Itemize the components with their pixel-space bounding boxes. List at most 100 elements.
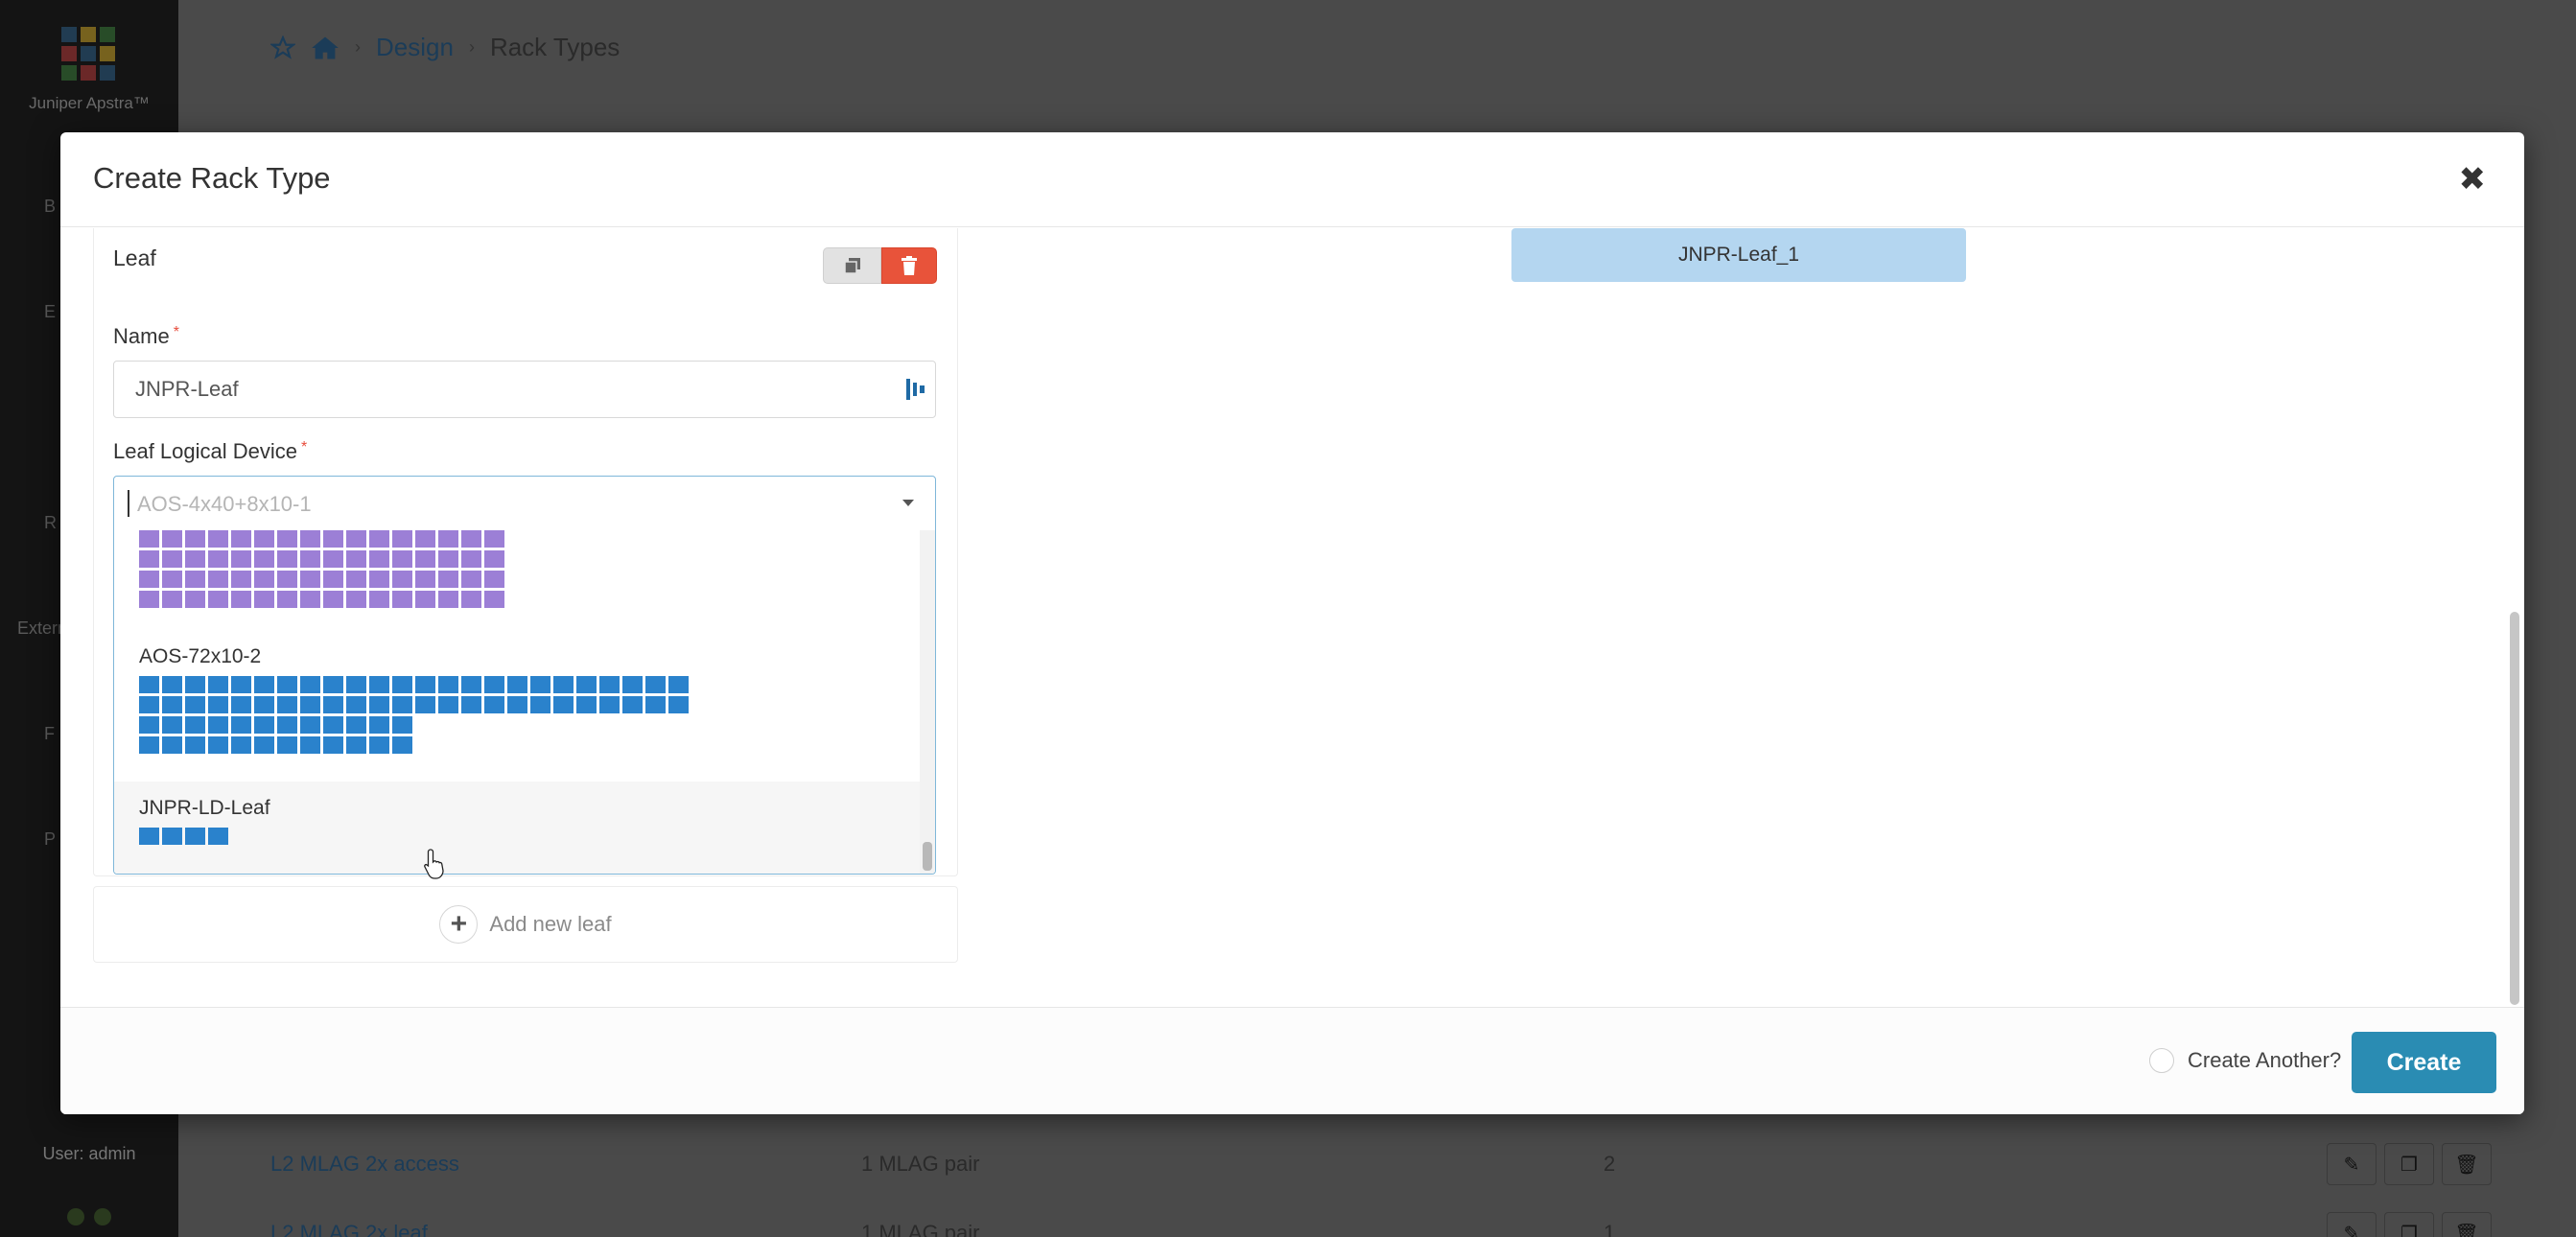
sidebar-item-resources[interactable]: R (44, 513, 57, 533)
port-cell (392, 550, 412, 568)
port-cell (300, 591, 320, 608)
edit-icon[interactable]: ✎ (2327, 1212, 2377, 1237)
port-cell (576, 736, 597, 754)
count-cell: 2 (1604, 1152, 1616, 1176)
port-cell (461, 736, 481, 754)
port-cell (599, 676, 620, 693)
sidebar-item-e[interactable]: E (44, 302, 56, 322)
clone-icon[interactable]: ❐ (2384, 1143, 2434, 1185)
add-new-leaf-button[interactable]: + Add new leaf (93, 886, 958, 963)
port-cell (553, 676, 574, 693)
sidebar-item-p[interactable]: P (44, 829, 56, 850)
create-another-checkbox[interactable] (2149, 1048, 2174, 1073)
port-cell (231, 571, 251, 588)
star-icon[interactable] (270, 35, 295, 60)
port-cell (645, 676, 666, 693)
status-indicators (67, 1208, 111, 1225)
port-cell (254, 591, 274, 608)
port-cell (185, 530, 205, 548)
leaf-name-input[interactable] (113, 361, 936, 418)
port-cell (461, 591, 481, 608)
port-cell (277, 696, 297, 713)
port-cell (254, 696, 274, 713)
port-cell (668, 716, 689, 734)
create-another-toggle[interactable]: Create Another? (2149, 1048, 2341, 1073)
close-icon[interactable]: ✖ (2459, 163, 2487, 196)
create-another-label: Create Another? (2188, 1048, 2342, 1072)
name-generator-icon[interactable] (905, 377, 926, 402)
port-cell (300, 716, 320, 734)
trash-icon[interactable]: 🗑 (2442, 1212, 2492, 1237)
device-search-input[interactable]: AOS-4x40+8x10-1 (114, 477, 935, 530)
options-scrollbar-thumb[interactable] (923, 842, 932, 871)
port-cell (231, 676, 251, 693)
delete-leaf-button[interactable] (881, 247, 937, 284)
port-cell (645, 716, 666, 734)
edit-icon[interactable]: ✎ (2327, 1143, 2377, 1185)
rack-preview-leaf[interactable]: JNPR-Leaf_1 (1511, 228, 1966, 282)
port-cell (392, 571, 412, 588)
rack-type-name-link[interactable]: L2 MLAG 2x leaf (270, 1221, 428, 1237)
port-cell (277, 571, 297, 588)
text-caret (128, 490, 129, 517)
create-button[interactable]: Create (2352, 1032, 2496, 1093)
options-scrollbar[interactable] (920, 530, 935, 874)
port-cell (622, 716, 643, 734)
port-cell (185, 716, 205, 734)
port-cell (392, 696, 412, 713)
port-cell (162, 591, 182, 608)
clone-leaf-button[interactable] (823, 247, 881, 284)
required-mark: * (301, 439, 308, 455)
device-option[interactable] (114, 530, 922, 617)
current-user[interactable]: User: admin (0, 1144, 178, 1164)
port-cell (530, 736, 550, 754)
port-cell (346, 571, 366, 588)
port-cell (208, 550, 228, 568)
clone-icon[interactable]: ❐ (2384, 1212, 2434, 1237)
port-cell (323, 571, 343, 588)
port-cell (484, 716, 504, 734)
port-cell (323, 716, 343, 734)
chevron-down-icon[interactable] (902, 500, 914, 506)
port-cell (208, 828, 228, 845)
device-option[interactable]: AOS-72x10-2 (114, 638, 922, 782)
port-cell (415, 571, 435, 588)
port-cell (484, 736, 504, 754)
port-cell (277, 591, 297, 608)
port-cell (323, 696, 343, 713)
trash-icon[interactable]: 🗑 (2442, 1143, 2492, 1185)
leafs-cell: 1 MLAG pair (861, 1152, 980, 1176)
sidebar-item-blueprints[interactable]: B (44, 197, 56, 217)
port-cell (507, 736, 527, 754)
port-cell (484, 696, 504, 713)
port-cell (369, 696, 389, 713)
home-icon[interactable] (311, 35, 340, 60)
port-cell (139, 571, 159, 588)
table-row: L2 MLAG 2x access 1 MLAG pair 2 ✎ ❐ 🗑 (178, 1135, 2576, 1193)
rack-type-name-link[interactable]: L2 MLAG 2x access (270, 1152, 459, 1177)
port-cell (300, 736, 320, 754)
port-cell (162, 571, 182, 588)
logo-text: Juniper Apstra™ (29, 94, 150, 112)
leaf-logical-device-select[interactable]: AOS-4x40+8x10-1 AOS-72x10-2 JNPR-LD-Leaf (113, 476, 936, 875)
port-cell (139, 716, 159, 734)
port-cell (484, 676, 504, 693)
sidebar-item-f[interactable]: F (44, 724, 55, 744)
modal-title: Create Rack Type (93, 161, 331, 195)
device-option-label: JNPR-LD-Leaf (139, 797, 270, 819)
breadcrumb-design[interactable]: Design (376, 33, 454, 62)
leaf-card: Leaf Name* Leaf Logical Device* (93, 228, 958, 876)
port-cell (622, 676, 643, 693)
port-cell (323, 591, 343, 608)
port-cell (231, 716, 251, 734)
modal-scrollbar[interactable] (2510, 612, 2519, 1005)
device-option[interactable]: JNPR-LD-Leaf (114, 782, 922, 874)
port-cell (162, 676, 182, 693)
modal-body: Leaf Name* Leaf Logical Device* (60, 228, 2524, 1007)
port-cell (185, 550, 205, 568)
device-placeholder: AOS-4x40+8x10-1 (137, 492, 312, 516)
trash-icon (902, 256, 917, 275)
port-cell (208, 736, 228, 754)
breadcrumb-rack-types: Rack Types (489, 33, 621, 61)
port-cell (208, 591, 228, 608)
